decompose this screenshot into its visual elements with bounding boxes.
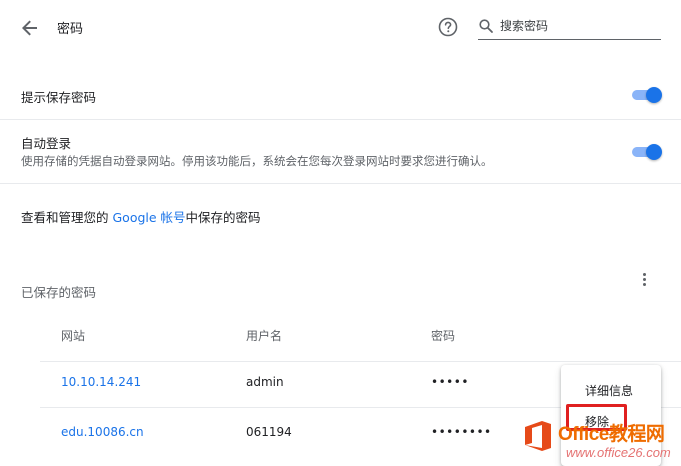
more-actions-button[interactable] <box>636 271 652 291</box>
toggle-knob <box>646 87 662 103</box>
saved-site-link[interactable]: edu.10086.cn <box>61 425 144 439</box>
saved-username: 061194 <box>246 425 292 439</box>
manage-suffix: 中保存的密码 <box>185 210 261 225</box>
google-account-link[interactable]: Google 帐号 <box>112 210 185 225</box>
column-header-password: 密码 <box>431 329 456 343</box>
search-input[interactable] <box>500 16 660 36</box>
saved-password-masked: •••••••• <box>431 425 492 439</box>
auto-signin-description: 使用存储的凭据自动登录网站。停用该功能后，系统会在您每次登录网站时要求您进行确认… <box>21 154 493 168</box>
manage-account-text: 查看和管理您的 Google 帐号中保存的密码 <box>21 207 261 226</box>
search-icon <box>479 19 493 33</box>
manage-account-row: 查看和管理您的 Google 帐号中保存的密码 <box>0 200 681 230</box>
offer-save-label: 提示保存密码 <box>21 90 97 105</box>
column-header-site: 网站 <box>61 329 86 343</box>
help-icon <box>438 17 458 37</box>
office-logo-icon <box>525 421 551 451</box>
divider <box>40 361 681 362</box>
auto-signin-label: 自动登录 <box>21 136 72 151</box>
auto-signin-row: 自动登录 使用存储的凭据自动登录网站。停用该功能后，系统会在您每次登录网站时要求… <box>0 126 681 176</box>
search-box <box>478 14 661 40</box>
saved-passwords-title: 已保存的密码 <box>21 285 97 300</box>
header: 密码 <box>0 0 681 56</box>
saved-site-link[interactable]: 10.10.14.241 <box>61 375 141 389</box>
saved-password-masked: ••••• <box>431 375 469 389</box>
more-vert-icon <box>636 273 652 286</box>
menu-item-details[interactable]: 详细信息 <box>561 375 661 403</box>
back-button[interactable] <box>18 16 42 40</box>
toggle-knob <box>646 144 662 160</box>
menu-item-details-label: 详细信息 <box>585 384 634 398</box>
auto-signin-toggle[interactable] <box>630 144 662 160</box>
highlight-annotation-box <box>566 404 627 431</box>
arrow-back-icon <box>22 20 37 36</box>
offer-save-row: 提示保存密码 <box>0 80 681 118</box>
column-header-username: 用户名 <box>246 329 283 343</box>
saved-username: admin <box>246 375 284 389</box>
offer-save-toggle[interactable] <box>630 87 662 103</box>
page-title: 密码 <box>57 22 84 37</box>
divider <box>0 183 681 184</box>
passwords-settings-page: 密码 提示保存密码 自动登录 使用存储的凭据自动登录网站。停用该功能后，系统会 <box>0 0 681 466</box>
manage-prefix: 查看和管理您的 <box>21 210 113 225</box>
help-button[interactable] <box>437 16 459 38</box>
divider <box>0 119 681 120</box>
